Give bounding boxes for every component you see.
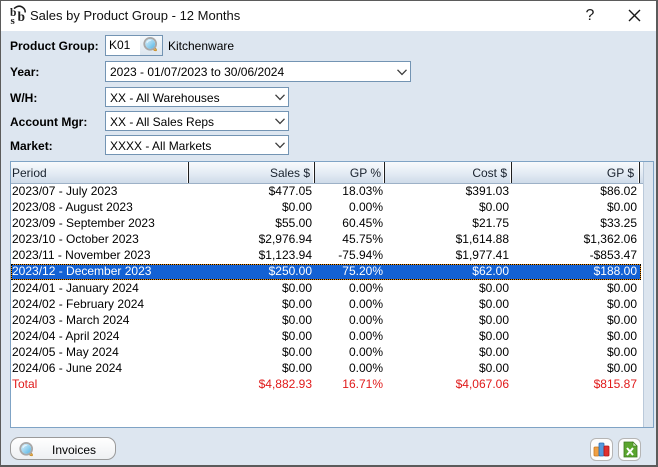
svg-text:s: s bbox=[11, 15, 16, 27]
svg-text:b: b bbox=[18, 9, 26, 24]
